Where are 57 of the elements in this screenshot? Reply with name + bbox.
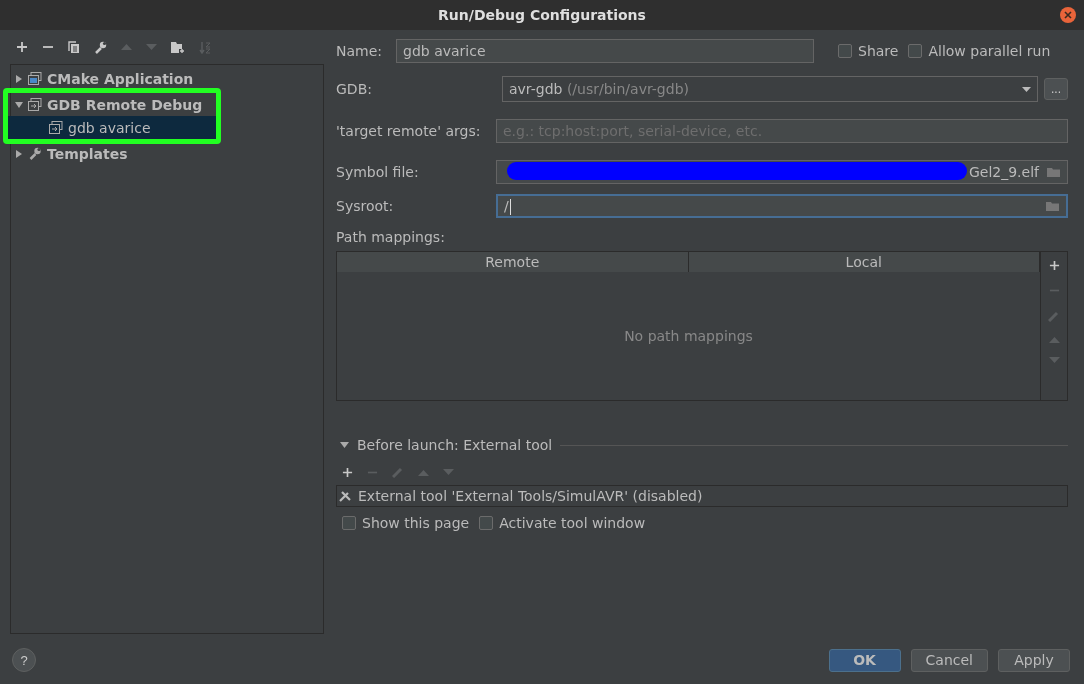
folder-add-icon[interactable] [171, 41, 185, 53]
before-launch-title: Before launch: External tool [357, 437, 553, 453]
dialog-button[interactable]: OK [828, 648, 901, 672]
copy-icon[interactable] [68, 40, 80, 54]
tree-item[interactable]: gdb avarice [8, 116, 216, 139]
folder-icon[interactable] [1047, 166, 1061, 178]
sysroot-field[interactable]: / [496, 194, 1068, 218]
window-title: Run/Debug Configurations [438, 7, 646, 23]
expand-arrow-icon[interactable] [15, 100, 23, 109]
pencil-icon[interactable] [392, 466, 404, 478]
pencil-icon[interactable] [1048, 310, 1060, 322]
add-icon[interactable] [342, 466, 353, 478]
gdb-dropdown[interactable]: avr-gdb (/usr/bin/avr-gdb) [502, 76, 1038, 102]
gdb-label: GDB: [336, 81, 373, 97]
browse-button[interactable]: ... [1044, 78, 1068, 100]
wrench-icon [28, 147, 42, 160]
dialog-button[interactable]: Cancel [910, 648, 988, 672]
add-icon[interactable] [1048, 260, 1060, 271]
move-down-icon[interactable] [146, 43, 157, 51]
task-item[interactable]: External tool 'External Tools/SimulAVR' (disabled) [337, 486, 1067, 506]
move-down-icon[interactable] [443, 468, 454, 476]
window-icon [28, 72, 42, 85]
close-icon [1064, 11, 1072, 19]
dropdown-arrow-icon [1022, 86, 1031, 92]
tree-item[interactable]: CMake Application [11, 67, 323, 90]
folder-icon[interactable] [1046, 200, 1060, 212]
empty-table-text: No path mappings [624, 328, 753, 344]
path-mappings-label: Path mappings: [336, 229, 446, 245]
symbol-file-label: Symbol file: [336, 164, 420, 180]
remote-window-icon [28, 98, 42, 111]
move-up-icon[interactable] [1048, 336, 1060, 343]
option-checkbox[interactable]: Share [838, 43, 899, 59]
close-button[interactable] [1060, 7, 1076, 23]
expand-arrow-icon[interactable] [15, 149, 23, 158]
option-checkbox[interactable]: Show this page [342, 515, 470, 531]
help-button[interactable]: ? [12, 648, 36, 672]
column-header[interactable]: Remote [337, 252, 689, 272]
option-checkbox[interactable]: Allow parallel run [908, 43, 1051, 59]
name-field[interactable]: gdb avarice [396, 39, 815, 63]
symbol-file-field[interactable]: Gel2_9.elf [496, 160, 1068, 184]
move-down-icon[interactable] [1048, 357, 1060, 364]
sysroot-label: Sysroot: [336, 198, 395, 214]
name-label: Name: [336, 43, 383, 59]
dialog-button[interactable]: Apply [998, 648, 1070, 672]
tree-item[interactable]: Templates [11, 142, 323, 165]
option-checkbox[interactable]: Activate tool window [479, 515, 646, 531]
add-icon[interactable] [16, 41, 28, 53]
target-remote-label: 'target remote' args: [336, 123, 482, 139]
column-header[interactable]: Local [688, 252, 1040, 272]
expand-arrow-icon[interactable] [15, 74, 23, 83]
sort-icon[interactable] [199, 40, 211, 54]
wrench-icon[interactable] [94, 40, 107, 54]
move-up-icon[interactable] [418, 468, 429, 476]
remote-window-icon [49, 121, 63, 134]
tree-item[interactable]: GDB Remote Debug [8, 93, 216, 116]
collapse-arrow-icon[interactable] [340, 442, 349, 448]
move-up-icon[interactable] [121, 43, 132, 51]
